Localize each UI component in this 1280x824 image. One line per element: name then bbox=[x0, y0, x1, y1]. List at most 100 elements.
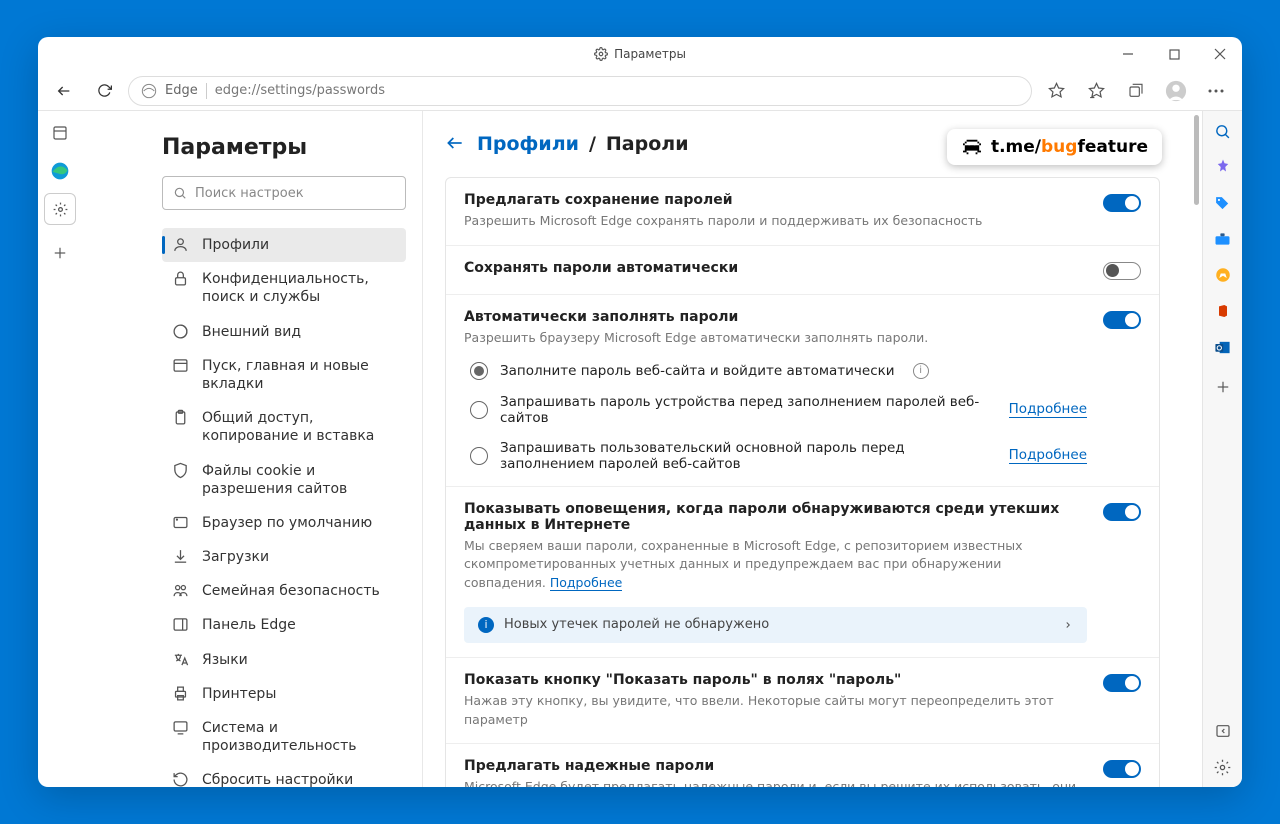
setting-reveal-password: Показать кнопку "Показать пароль" в поля… bbox=[446, 658, 1159, 745]
learn-more-link[interactable]: Подробнее bbox=[1009, 401, 1087, 418]
settings-card: Предлагать сохранение паролей Разрешить … bbox=[445, 177, 1160, 787]
search-placeholder: Поиск настроек bbox=[195, 186, 304, 201]
tab-actions-button[interactable] bbox=[44, 117, 76, 149]
chevron-right-icon bbox=[1063, 620, 1073, 630]
watermark-badge: t.me/bugfeature bbox=[947, 129, 1162, 165]
sidebar-settings-icon[interactable] bbox=[1211, 755, 1235, 779]
radio-icon bbox=[470, 401, 488, 419]
nav-item-privacy[interactable]: Конфиденциальность, поиск и службы bbox=[162, 262, 406, 314]
toggle-offer-save[interactable] bbox=[1103, 194, 1141, 212]
sidebar-outlook-icon[interactable] bbox=[1211, 335, 1235, 359]
side-panel bbox=[1202, 111, 1242, 787]
clipboard-icon bbox=[172, 409, 190, 427]
close-button[interactable] bbox=[1206, 40, 1234, 68]
radio-autofill-auto[interactable]: Заполните пароль веб-сайта и войдите авт… bbox=[464, 362, 1087, 380]
nav-item-system[interactable]: Система и производительность bbox=[162, 711, 406, 763]
monitor-icon bbox=[172, 719, 190, 737]
nav-item-cookies[interactable]: Файлы cookie и разрешения сайтов bbox=[162, 454, 406, 506]
person-icon bbox=[172, 236, 190, 254]
url-path: edge://settings/passwords bbox=[215, 83, 385, 98]
favorite-button[interactable] bbox=[1040, 75, 1072, 107]
nav-item-edge-bar[interactable]: Панель Edge bbox=[162, 608, 406, 642]
window-title: Параметры bbox=[614, 47, 686, 61]
edge-logo-icon bbox=[141, 83, 157, 99]
radio-icon bbox=[470, 447, 488, 465]
setting-strong-passwords: Предлагать надежные пароли Microsoft Edg… bbox=[446, 744, 1159, 787]
nav-item-appearance[interactable]: Внешний вид bbox=[162, 315, 406, 349]
sidebar-collapse-icon[interactable] bbox=[1211, 719, 1235, 743]
sidebar-add-icon[interactable] bbox=[1211, 375, 1235, 399]
new-tab-button[interactable] bbox=[44, 237, 76, 269]
setting-autofill: Автоматически заполнять пароли Разрешить… bbox=[446, 295, 1159, 487]
settings-sidebar: Параметры Поиск настроек Профили Конфиде… bbox=[82, 111, 422, 787]
nav-item-languages[interactable]: Языки bbox=[162, 643, 406, 677]
crumb-parent[interactable]: Профили bbox=[477, 133, 579, 155]
profile-avatar[interactable] bbox=[1160, 75, 1192, 107]
titlebar: Параметры bbox=[38, 37, 1242, 71]
nav-item-printers[interactable]: Принтеры bbox=[162, 677, 406, 711]
edge-tab-icon[interactable] bbox=[44, 155, 76, 187]
toolbar: Edge edge://settings/passwords bbox=[38, 71, 1242, 111]
address-bar[interactable]: Edge edge://settings/passwords bbox=[128, 76, 1032, 106]
toggle-strong[interactable] bbox=[1103, 760, 1141, 778]
scrollbar-thumb[interactable] bbox=[1194, 115, 1199, 205]
sidebar-discover-icon[interactable] bbox=[1211, 155, 1235, 179]
brush-icon bbox=[172, 323, 190, 341]
sidebar-games-icon[interactable] bbox=[1211, 263, 1235, 287]
shield-icon bbox=[172, 462, 190, 480]
nav-refresh-button[interactable] bbox=[88, 75, 120, 107]
language-icon bbox=[172, 651, 190, 669]
learn-more-link[interactable]: Подробнее bbox=[550, 575, 623, 591]
vertical-tab-rail bbox=[38, 111, 82, 787]
page-title: Параметры bbox=[162, 135, 406, 160]
nav-item-start[interactable]: Пуск, главная и новые вкладки bbox=[162, 349, 406, 401]
lock-icon bbox=[172, 270, 190, 288]
favorites-list-button[interactable] bbox=[1080, 75, 1112, 107]
printer-icon bbox=[172, 685, 190, 703]
settings-tab-icon[interactable] bbox=[44, 193, 76, 225]
maximize-button[interactable] bbox=[1160, 40, 1188, 68]
panel-icon bbox=[172, 616, 190, 634]
family-icon bbox=[172, 582, 190, 600]
crumb-current: Пароли bbox=[606, 133, 689, 155]
nav-item-default-browser[interactable]: Браузер по умолчанию bbox=[162, 506, 406, 540]
nav-item-family[interactable]: Семейная безопасность bbox=[162, 574, 406, 608]
nav-item-profiles[interactable]: Профили bbox=[162, 228, 406, 262]
radio-icon bbox=[470, 362, 488, 380]
nav-item-downloads[interactable]: Загрузки bbox=[162, 540, 406, 574]
minimize-button[interactable] bbox=[1114, 40, 1142, 68]
leak-alert-row[interactable]: i Новых утечек паролей не обнаружено bbox=[464, 607, 1087, 643]
search-input[interactable]: Поиск настроек bbox=[162, 176, 406, 210]
reset-icon bbox=[172, 771, 190, 787]
crumb-separator: / bbox=[589, 133, 596, 155]
info-icon[interactable]: i bbox=[913, 363, 929, 379]
nav-back-button[interactable] bbox=[48, 75, 80, 107]
window-icon bbox=[172, 357, 190, 375]
info-dot-icon: i bbox=[478, 617, 494, 633]
sidebar-tools-icon[interactable] bbox=[1211, 227, 1235, 251]
toggle-auto-save[interactable] bbox=[1103, 262, 1141, 280]
radio-autofill-primary[interactable]: Запрашивать пользовательский основной па… bbox=[464, 440, 1087, 472]
nav-item-reset[interactable]: Сбросить настройки bbox=[162, 763, 406, 787]
invader-icon bbox=[961, 138, 983, 156]
divider bbox=[206, 83, 207, 99]
nav-item-share[interactable]: Общий доступ, копирование и вставка bbox=[162, 401, 406, 453]
sidebar-search-icon[interactable] bbox=[1211, 119, 1235, 143]
url-scheme: Edge bbox=[165, 83, 198, 98]
browser-icon bbox=[172, 514, 190, 532]
gear-icon bbox=[594, 47, 608, 61]
radio-autofill-device[interactable]: Запрашивать пароль устройства перед запо… bbox=[464, 394, 1087, 426]
setting-auto-save: Сохранять пароли автоматически bbox=[446, 246, 1159, 295]
sidebar-shopping-icon[interactable] bbox=[1211, 191, 1235, 215]
toggle-reveal[interactable] bbox=[1103, 674, 1141, 692]
collections-button[interactable] bbox=[1120, 75, 1152, 107]
learn-more-link[interactable]: Подробнее bbox=[1009, 447, 1087, 464]
more-button[interactable] bbox=[1200, 75, 1232, 107]
sidebar-office-icon[interactable] bbox=[1211, 299, 1235, 323]
toggle-leak-alerts[interactable] bbox=[1103, 503, 1141, 521]
setting-leak-alerts: Показывать оповещения, когда пароли обна… bbox=[446, 487, 1159, 658]
toggle-autofill[interactable] bbox=[1103, 311, 1141, 329]
settings-main: t.me/bugfeature Профили / Пароли Предлаг… bbox=[422, 111, 1202, 787]
app-window: Параметры Edge edge://settings/passwords bbox=[38, 37, 1242, 787]
back-arrow-icon[interactable] bbox=[445, 133, 467, 155]
